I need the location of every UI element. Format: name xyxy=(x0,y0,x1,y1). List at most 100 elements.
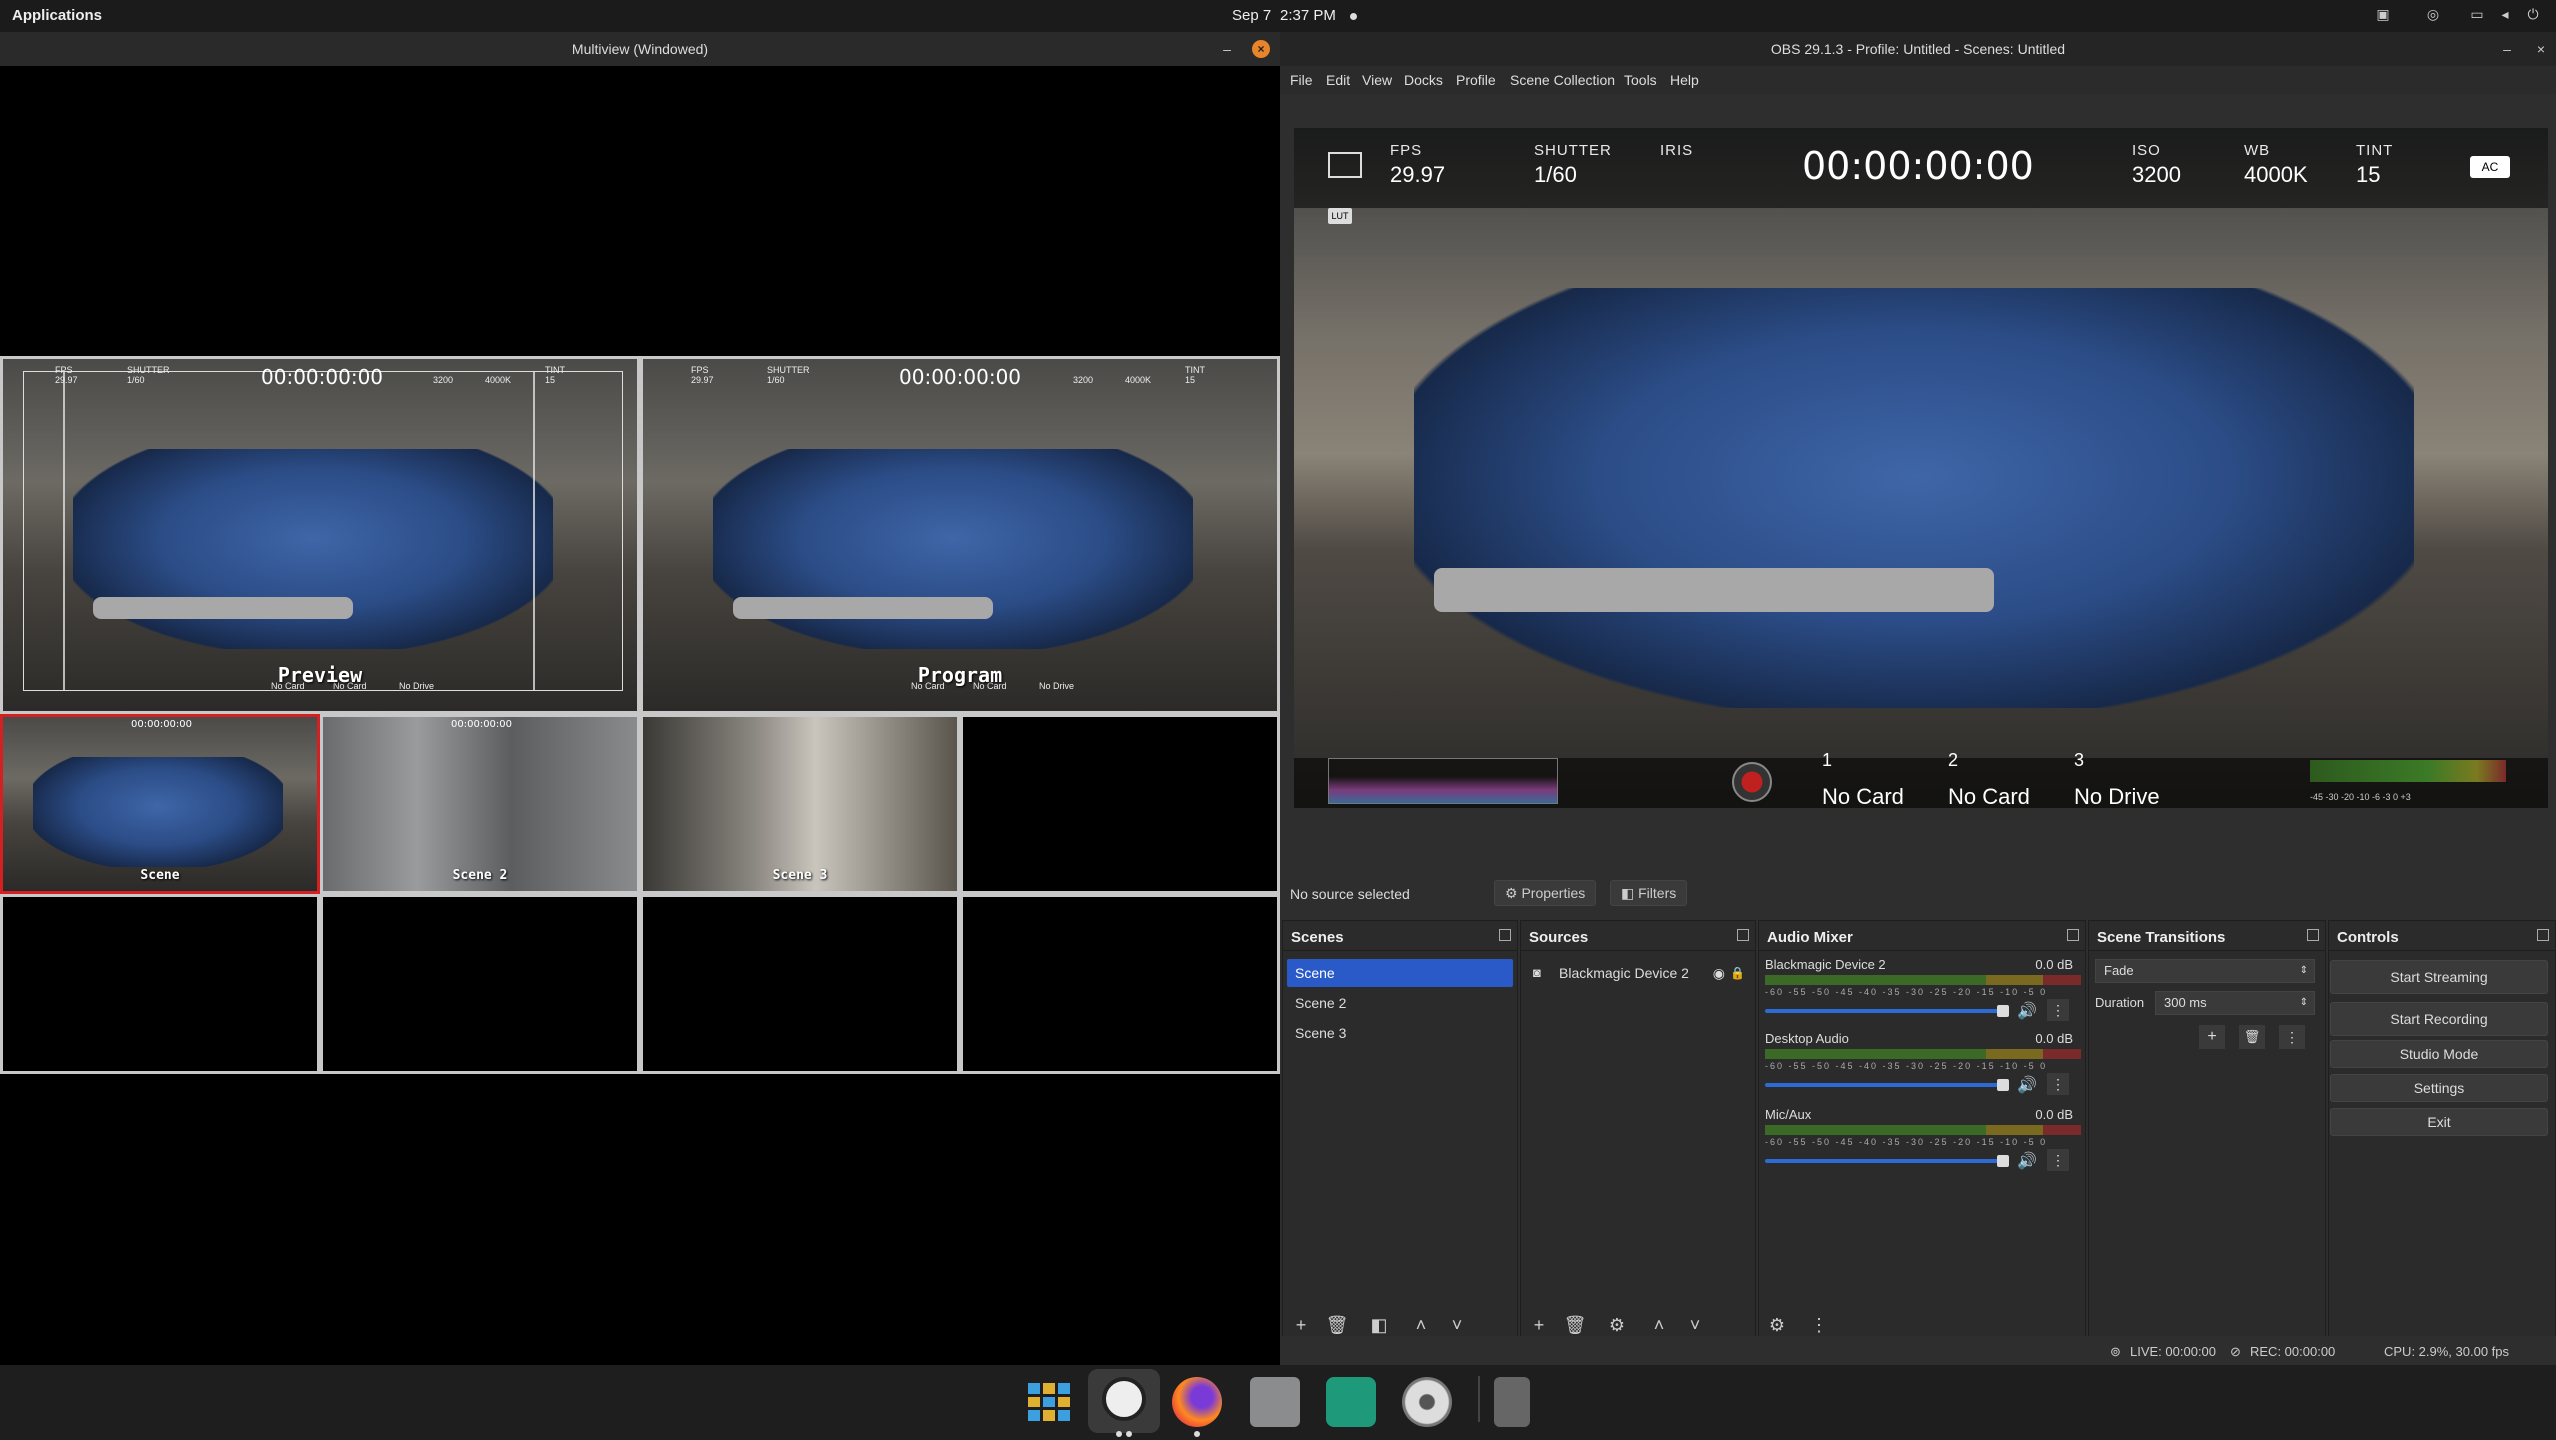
scene-item[interactable]: Scene 3 xyxy=(1287,1019,1513,1047)
duration-input[interactable]: 300 ms ⇕ xyxy=(2155,991,2315,1015)
applications-menu[interactable]: Applications xyxy=(12,7,102,24)
kebab-menu-icon[interactable]: ⋮ xyxy=(2047,999,2069,1021)
gear-icon[interactable]: ⚙ xyxy=(1763,1312,1791,1338)
trash-icon[interactable]: 🗑 xyxy=(2239,1025,2265,1049)
scene-item[interactable]: Scene xyxy=(1287,959,1513,987)
volume-slider-knob[interactable] xyxy=(1997,1079,2009,1091)
menu-scene-collection[interactable]: Scene Collection xyxy=(1510,72,1615,88)
chevron-down-icon[interactable]: ˅ xyxy=(1681,1312,1709,1338)
clock-time[interactable]: 2:37 PM xyxy=(1280,7,1336,24)
undock-icon[interactable] xyxy=(1737,929,1749,941)
volume-slider[interactable] xyxy=(1765,1009,2005,1013)
source-toolbar: No source selected xyxy=(1280,876,2556,912)
clock-date[interactable]: Sep 7 xyxy=(1232,7,1271,24)
undock-icon[interactable] xyxy=(1499,929,1511,941)
menu-edit[interactable]: Edit xyxy=(1326,72,1350,88)
menu-help[interactable]: Help xyxy=(1670,72,1699,88)
media-player-icon[interactable] xyxy=(1326,1377,1376,1427)
volume-icon[interactable]: ◂ xyxy=(2496,6,2514,24)
filter-icon[interactable]: ◧ xyxy=(1365,1312,1393,1338)
obs-icon[interactable] xyxy=(1088,1369,1160,1433)
files-icon[interactable] xyxy=(1250,1377,1300,1427)
multiview-scene-2[interactable]: 00:00:00:00 Scene 2 xyxy=(320,714,640,894)
trash-icon[interactable]: 🗑 xyxy=(1561,1312,1589,1338)
transition-select[interactable]: Fade ⇕ xyxy=(2095,959,2315,983)
add-icon[interactable]: + xyxy=(2199,1025,2225,1049)
exit-button[interactable]: Exit xyxy=(2330,1108,2548,1136)
undock-icon[interactable] xyxy=(2537,929,2549,941)
add-icon[interactable]: + xyxy=(1525,1312,1553,1338)
hud-fps-label: FPS xyxy=(1390,142,1423,159)
app-grid-icon[interactable] xyxy=(1022,1377,1072,1427)
scene-item[interactable]: Scene 2 xyxy=(1287,989,1513,1017)
mini-iso-value: 3200 xyxy=(433,375,454,385)
kebab-menu-icon[interactable]: ⋮ xyxy=(1805,1312,1833,1338)
settings-button[interactable]: Settings xyxy=(2330,1074,2548,1102)
record-icon xyxy=(1732,762,1772,802)
audio-meter-scale: -45 -30 -20 -10 -6 -3 0 +3 xyxy=(2310,792,2411,802)
volume-slider-knob[interactable] xyxy=(1997,1005,2009,1017)
source-item[interactable]: ◙ Blackmagic Device 2 ◉ 🔒 xyxy=(1525,959,1751,987)
add-icon[interactable]: + xyxy=(1287,1312,1315,1338)
undock-icon[interactable] xyxy=(2307,929,2319,941)
chevron-down-icon[interactable]: ˅ xyxy=(1443,1312,1471,1338)
gear-icon[interactable]: ⚙ xyxy=(1603,1312,1631,1338)
speaker-icon[interactable]: 🔊 xyxy=(2017,1151,2037,1171)
film-reel-icon[interactable] xyxy=(1402,1377,1452,1427)
volume-slider[interactable] xyxy=(1765,1083,2005,1087)
filters-button[interactable]: ◧ Filters xyxy=(1610,880,1688,906)
volume-slider-knob[interactable] xyxy=(1997,1155,2009,1167)
properties-label: Properties xyxy=(1521,885,1586,901)
spinner-icon[interactable]: ⇕ xyxy=(2300,992,2308,1014)
multiview-empty xyxy=(960,894,1280,1074)
obs-tray-icon[interactable]: ◎ xyxy=(2424,6,2442,24)
menu-bar: File Edit View Docks Profile Scene Colle… xyxy=(1280,66,2556,94)
start-streaming-button[interactable]: Start Streaming xyxy=(2330,960,2548,994)
undock-icon[interactable] xyxy=(2067,929,2079,941)
gear-icon: ⚙ xyxy=(1505,885,1522,901)
kebab-menu-icon[interactable]: ⋮ xyxy=(2047,1073,2069,1095)
trash-icon[interactable]: 🗑 xyxy=(1323,1312,1351,1338)
kebab-menu-icon[interactable]: ⋮ xyxy=(2279,1025,2305,1049)
scene-label: Scene xyxy=(140,868,180,883)
speaker-icon[interactable]: 🔊 xyxy=(2017,1001,2037,1021)
usb-icon[interactable] xyxy=(1494,1377,1530,1427)
close-icon[interactable]: × xyxy=(1252,40,1270,58)
power-icon[interactable]: ⏻ xyxy=(2524,6,2542,24)
multiview-preview[interactable]: FPS 29.97 SHUTTER 1/60 00:00:00:00 3200 … xyxy=(0,356,640,714)
multiview-scene-3[interactable]: Scene 3 xyxy=(640,714,960,894)
minimize-icon[interactable]: – xyxy=(1218,40,1236,58)
properties-button[interactable]: ⚙ Properties xyxy=(1494,880,1597,906)
chevron-up-icon[interactable]: ˄ xyxy=(1407,1312,1435,1338)
screen-share-icon[interactable]: ▣ xyxy=(2374,6,2392,24)
speaker-icon[interactable]: 🔊 xyxy=(2017,1075,2037,1095)
menu-tools[interactable]: Tools xyxy=(1624,72,1657,88)
mini-tint-value: 15 xyxy=(1185,375,1196,385)
mini-wb-value: 4000K xyxy=(1125,375,1152,385)
studio-mode-button[interactable]: Studio Mode xyxy=(2330,1040,2548,1068)
display-icon[interactable]: ▭ xyxy=(2468,6,2486,24)
volume-slider[interactable] xyxy=(1765,1159,2005,1163)
multiview-scene-1[interactable]: 00:00:00:00 Scene xyxy=(0,714,320,894)
transition-value: Fade xyxy=(2104,963,2134,978)
meter-scale: -60 -55 -50 -45 -40 -35 -30 -25 -20 -15 … xyxy=(1765,1061,2048,1071)
car-bumper xyxy=(733,597,993,619)
menu-docks[interactable]: Docks xyxy=(1404,72,1443,88)
chevron-up-icon[interactable]: ˄ xyxy=(1645,1312,1673,1338)
menu-view[interactable]: View xyxy=(1362,72,1392,88)
eye-icon[interactable]: ◉ xyxy=(1713,959,1725,987)
hud-wb-label: WB xyxy=(2244,142,2271,159)
volume-meter xyxy=(1765,975,2081,985)
lock-icon[interactable]: 🔒 xyxy=(1730,959,1745,987)
scene-label: Scene 3 xyxy=(772,868,828,883)
menu-file[interactable]: File xyxy=(1290,72,1313,88)
multiview-program[interactable]: FPS 29.97 SHUTTER 1/60 00:00:00:00 3200 … xyxy=(640,356,1280,714)
firefox-icon[interactable] xyxy=(1172,1377,1222,1427)
minimize-icon[interactable]: – xyxy=(2498,40,2516,58)
start-recording-button[interactable]: Start Recording xyxy=(2330,1002,2548,1036)
taskbar-divider xyxy=(1478,1376,1480,1422)
kebab-menu-icon[interactable]: ⋮ xyxy=(2047,1149,2069,1171)
obs-preview[interactable]: LUT FPS 29.97 SHUTTER 1/60 IRIS 00:00:00… xyxy=(1294,128,2548,808)
close-icon[interactable]: × xyxy=(2532,40,2550,58)
menu-profile[interactable]: Profile xyxy=(1456,72,1496,88)
